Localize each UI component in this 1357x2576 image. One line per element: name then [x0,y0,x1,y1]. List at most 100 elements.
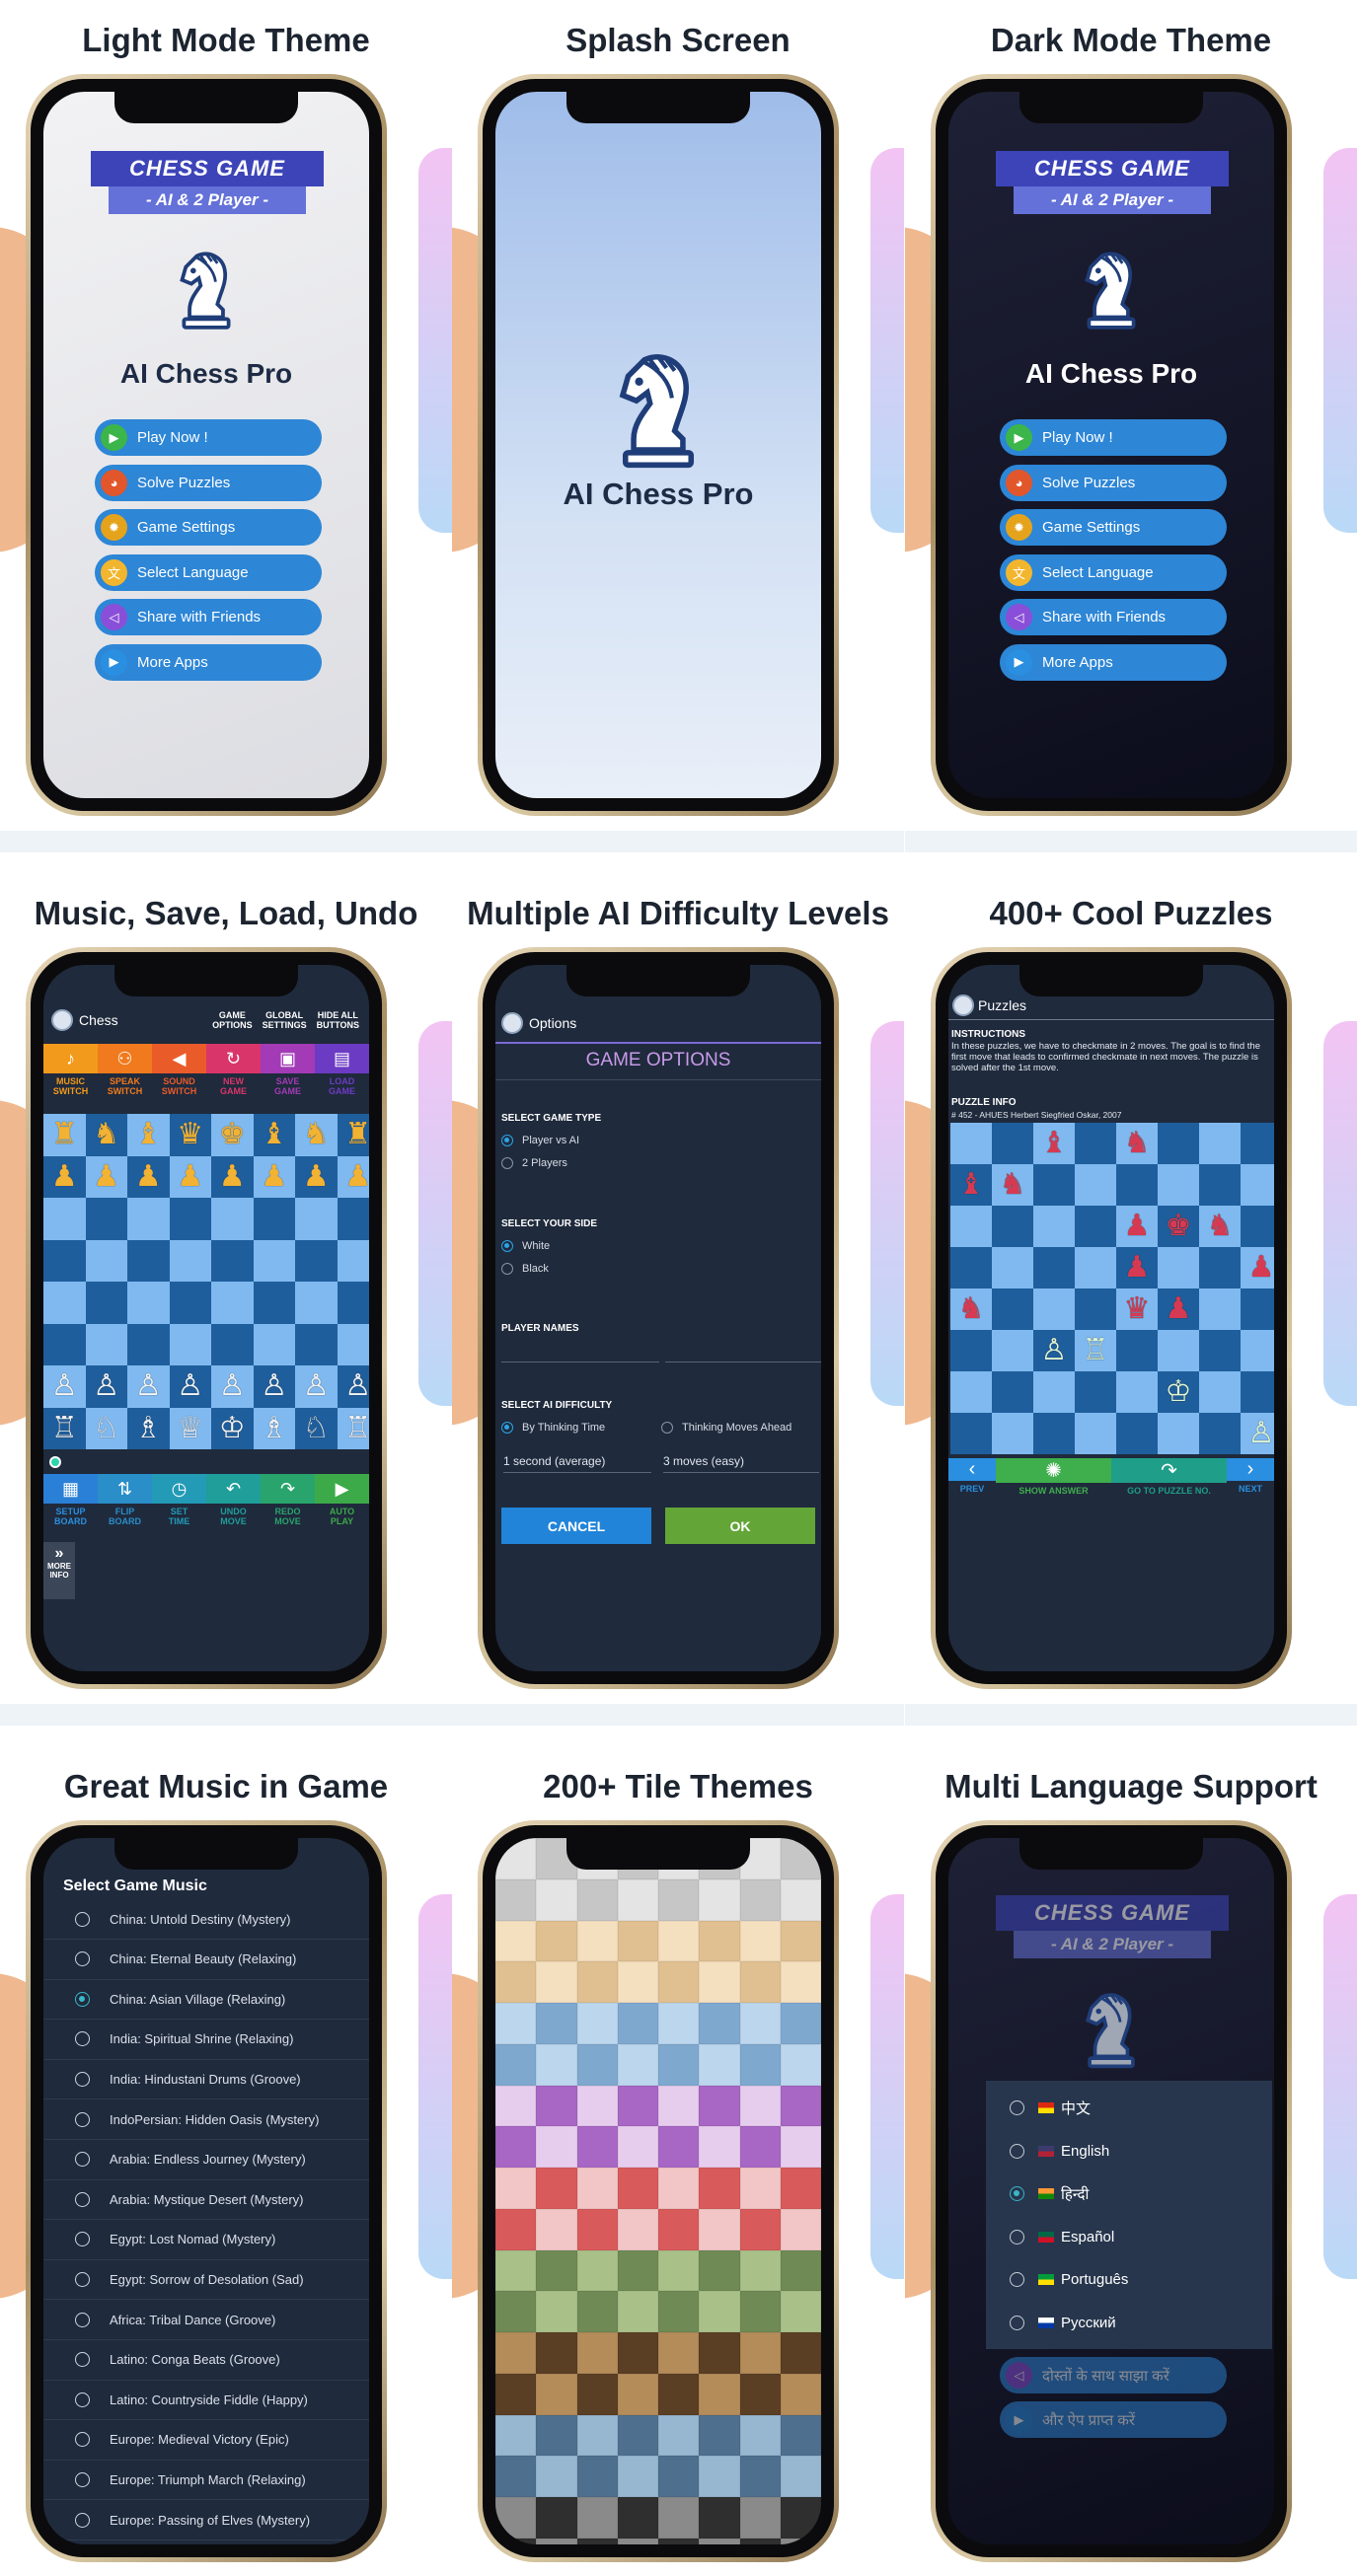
back-logo-icon[interactable] [952,994,974,1016]
board-square[interactable] [253,1239,295,1282]
music-track-item[interactable]: Latino: Countryside Fiddle (Happy) [43,2380,369,2421]
board-square[interactable]: ♞ [85,1114,127,1156]
music-track-item[interactable]: Europe: Medieval Victory (Epic) [43,2420,369,2461]
board-square[interactable]: ♞ [295,1114,338,1156]
menu-button-play[interactable]: ▶ Play Now ! [95,419,322,456]
menu-button-gear[interactable]: ✹ Game Settings [95,509,322,546]
board-square[interactable]: ♚ [1158,1206,1199,1247]
menu-button-gear[interactable]: ✹ Game Settings [1000,509,1227,546]
cancel-button[interactable]: CANCEL [501,1508,651,1544]
board-square[interactable] [127,1198,170,1240]
board-square[interactable] [253,1198,295,1240]
board-square[interactable] [950,1330,992,1371]
board-square[interactable] [337,1282,369,1324]
tool-auto-play[interactable]: ▶ AUTO PLAY [315,1474,369,1526]
board-square[interactable] [169,1323,211,1365]
board-square[interactable]: ♞ [1116,1123,1158,1164]
board-square[interactable] [950,1413,992,1454]
board-square[interactable] [1075,1123,1116,1164]
menu-button-share[interactable]: ◁ Share with Friends [95,599,322,635]
puzzle-nav-prev[interactable]: ‹ PREV [948,1458,996,1494]
board-square[interactable]: ♖ [337,1407,369,1449]
tool-setup-board[interactable]: ▦ SETUP BOARD [43,1474,98,1526]
board-square[interactable] [992,1247,1033,1288]
puzzle-nav-show-answer[interactable]: ✺ SHOW ANSWER [996,1458,1111,1496]
board-square[interactable] [337,1198,369,1240]
board-square[interactable] [950,1371,992,1413]
music-track-item[interactable]: Latino: Conga Beats (Groove) [43,2340,369,2381]
music-track-item[interactable]: India: Spiritual Shrine (Relaxing) [43,2020,369,2060]
board-square[interactable] [1199,1164,1241,1206]
board-square[interactable] [1241,1288,1274,1330]
board-square[interactable] [295,1282,338,1324]
board-square[interactable] [1075,1371,1116,1413]
top-button-game[interactable]: GAME OPTIONS [212,1010,253,1030]
board-square[interactable]: ♘ [295,1407,338,1449]
tile-theme-sample[interactable] [495,2497,821,2544]
board-square[interactable] [1116,1371,1158,1413]
board-square[interactable]: ♙ [253,1365,295,1408]
board-square[interactable] [1241,1206,1274,1247]
board-square[interactable]: ♝ [127,1114,170,1156]
board-square[interactable] [1241,1123,1274,1164]
music-track-item[interactable]: Arabia: Endless Journey (Mystery) [43,2140,369,2180]
board-square[interactable] [1033,1206,1075,1247]
music-track-item[interactable]: IndoPersian: Hidden Oasis (Mystery) [43,2099,369,2140]
radio-moves-ahead[interactable]: Thinking Moves Ahead [661,1422,792,1434]
radio-black[interactable]: Black [501,1263,549,1275]
menu-button-language[interactable]: 文 Select Language [1000,553,1227,591]
board-square[interactable]: ♜ [337,1114,369,1156]
language-option[interactable]: Português [986,2258,1272,2301]
board-square[interactable] [992,1288,1033,1330]
board-square[interactable] [1158,1123,1199,1164]
radio-white[interactable]: White [501,1240,550,1252]
board-square[interactable] [253,1282,295,1324]
board-square[interactable] [1116,1413,1158,1454]
board-square[interactable] [1075,1247,1116,1288]
board-square[interactable]: ♜ [43,1114,86,1156]
menu-button-language[interactable]: 文 Select Language [95,553,322,591]
board-square[interactable]: ♟ [1116,1247,1158,1288]
board-square[interactable] [295,1198,338,1240]
tile-theme-sample[interactable] [495,2003,821,2086]
language-option[interactable]: 中文 [986,2087,1272,2129]
board-square[interactable]: ♕ [169,1407,211,1449]
board-square[interactable] [992,1371,1033,1413]
board-square[interactable] [169,1198,211,1240]
tool-new-game[interactable]: ↻ NEW GAME [206,1044,261,1096]
radio-player-vs-ai[interactable]: Player vs AI [501,1135,579,1146]
board-square[interactable] [1199,1413,1241,1454]
board-square[interactable] [211,1282,254,1324]
board-square[interactable]: ♙ [295,1365,338,1408]
tile-theme-sample[interactable] [495,2332,821,2415]
board-square[interactable]: ♘ [85,1407,127,1449]
ok-button[interactable]: OK [665,1508,815,1544]
board-square[interactable] [950,1206,992,1247]
board-square[interactable] [85,1323,127,1365]
board-square[interactable]: ♗ [127,1407,170,1449]
board-square[interactable]: ♙ [211,1365,254,1408]
board-square[interactable]: ♟ [337,1155,369,1198]
tile-theme-sample[interactable] [495,1920,821,2003]
board-square[interactable] [127,1282,170,1324]
menu-button-share[interactable]: ◁ Share with Friends [1000,599,1227,635]
board-square[interactable] [950,1123,992,1164]
board-square[interactable]: ♙ [1241,1413,1274,1454]
tile-theme-sample[interactable] [495,2168,821,2250]
board-square[interactable]: ♝ [950,1164,992,1206]
tool-music-switch[interactable]: ♪ MUSIC SWITCH [43,1044,98,1096]
board-square[interactable]: ♟ [169,1155,211,1198]
music-track-item[interactable]: Egypt: Lost Nomad (Mystery) [43,2220,369,2260]
board-square[interactable] [1241,1164,1274,1206]
board-square[interactable] [295,1239,338,1282]
music-track-item[interactable]: China: Asian Village (Relaxing) [43,1979,369,2021]
menu-button-puzzle[interactable]: ◕ Solve Puzzles [1000,464,1227,501]
board-square[interactable]: ♙ [85,1365,127,1408]
language-option[interactable]: Русский [986,2302,1272,2344]
board-square[interactable] [1158,1247,1199,1288]
board-square[interactable] [85,1198,127,1240]
puzzle-nav-go-to-puzzle-no-[interactable]: ↷ GO TO PUZZLE NO. [1111,1458,1227,1496]
tool-speak-switch[interactable]: ⚇ SPEAK SWITCH [98,1044,152,1096]
language-option[interactable]: English [986,2130,1272,2172]
board-square[interactable] [1075,1413,1116,1454]
